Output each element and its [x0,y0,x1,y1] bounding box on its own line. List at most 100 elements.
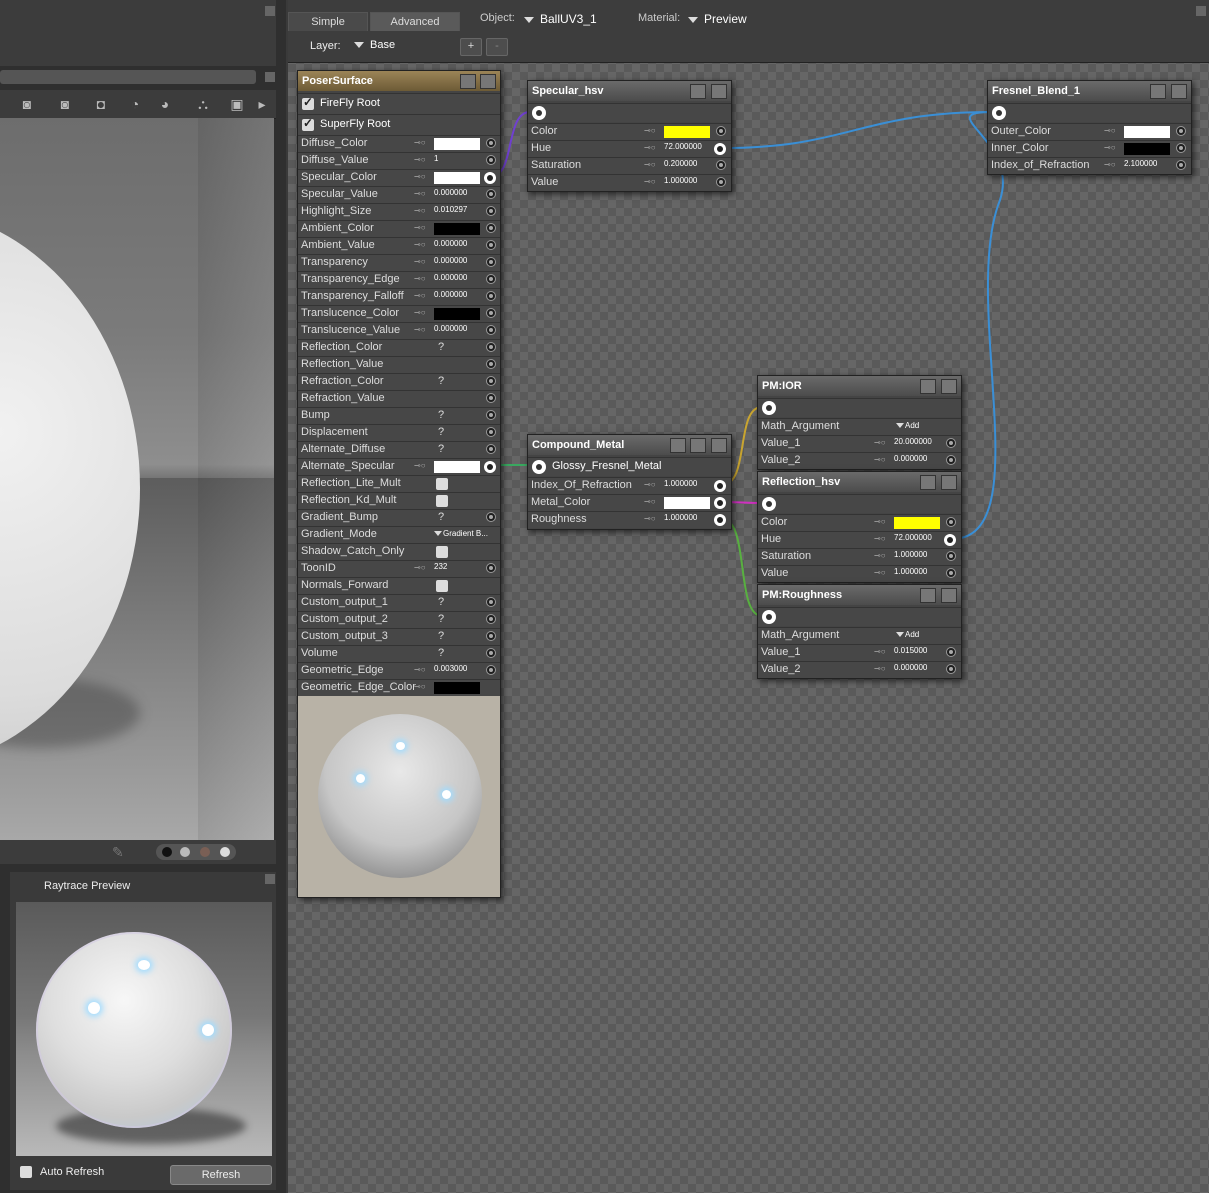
param-saturation[interactable]: Saturation ⊸○ 1.000000 [758,548,961,565]
input-port-icon[interactable] [946,551,956,561]
poser-param-ambient-color[interactable]: Ambient_Color ⊸○ [298,220,500,237]
node-pm-ior[interactable]: PM:IOR Math_Argument Add Value_1 ⊸○ 20.0000… [757,375,962,470]
param-value[interactable]: 0.000000 [434,256,467,265]
display-dot-icon[interactable] [180,847,190,857]
param-value[interactable]: 1.000000 [664,479,697,488]
poser-param-reflection-value[interactable]: Reflection_Value [298,356,500,373]
param-value-2[interactable]: Value_2 ⊸○ 0.000000 [758,661,961,678]
color-swatch[interactable] [434,308,480,320]
param-value[interactable]: Value ⊸○ 1.000000 [528,174,731,191]
color-swatch[interactable] [1124,126,1170,138]
input-port-icon[interactable] [486,291,496,301]
input-port-icon[interactable] [946,647,956,657]
input-port-icon[interactable] [946,664,956,674]
param-value[interactable]: 0.200000 [664,159,697,168]
input-port-icon[interactable] [946,455,956,465]
input-port-icon[interactable] [1176,143,1186,153]
pencil-icon[interactable]: ✎ [112,844,124,861]
input-port-icon[interactable] [1176,160,1186,170]
poser-param-specular-value[interactable]: Specular_Value ⊸○ 0.000000 [298,186,500,203]
output-port-icon[interactable] [992,106,1006,120]
material-dropdown[interactable]: Preview [688,12,747,26]
tab-advanced[interactable]: Advanced [370,12,460,31]
poser-param-geometric-edge-color[interactable]: Geometric_Edge_Color ⊸○ [298,679,500,696]
param-checkbox[interactable] [436,546,448,558]
color-swatch[interactable] [894,517,940,529]
color-swatch[interactable] [664,497,710,509]
param-value[interactable]: 0.000000 [434,188,467,197]
input-port-icon[interactable] [486,138,496,148]
poser-param-diffuse-color[interactable]: Diffuse_Color ⊸○ [298,135,500,152]
poser-param-refraction-value[interactable]: Refraction_Value [298,390,500,407]
param-value-2[interactable]: Value_2 ⊸○ 0.000000 [758,452,961,469]
input-port-icon[interactable] [486,359,496,369]
param-value[interactable]: 0.003000 [434,664,467,673]
input-port-icon[interactable] [486,597,496,607]
layer-dropdown[interactable]: Base [354,39,395,51]
poser-param-reflection-color[interactable]: Reflection_Color? [298,339,500,356]
tab-simple[interactable]: Simple [288,12,368,31]
poser-param-alternate-specular[interactable]: Alternate_Specular ⊸○ [298,458,500,475]
connected-port-icon[interactable] [944,534,956,546]
param-checkbox[interactable] [436,478,448,490]
poser-param-translucence-color[interactable]: Translucence_Color ⊸○ [298,305,500,322]
node-options-icon[interactable] [690,84,706,99]
node-output-row[interactable] [988,103,1191,122]
orbit-icon[interactable]: ◔ [124,94,146,114]
param-hue[interactable]: Hue ⊸○ 72.000000 [528,140,731,157]
gradient-mode-dropdown[interactable]: Gradient B... [434,529,488,538]
poser-param-specular-color[interactable]: Specular_Color ⊸○ [298,169,500,186]
input-port-icon[interactable] [486,240,496,250]
param-value[interactable]: 0.000000 [894,454,927,463]
refresh-button[interactable]: Refresh [170,1165,272,1185]
node-options-icon[interactable] [690,438,706,453]
connected-port-icon[interactable] [484,172,496,184]
node-specular-hsv[interactable]: Specular_hsv Color ⊸○ Hue ⊸○ 72.000000 Satu… [527,80,732,192]
poser-param-shadow-catch-only[interactable]: Shadow_Catch_Only [298,543,500,560]
poser-param-bump[interactable]: Bump? [298,407,500,424]
node-preview-icon[interactable] [941,588,957,603]
output-port-icon[interactable] [532,106,546,120]
color-swatch[interactable] [434,461,480,473]
input-port-icon[interactable] [486,410,496,420]
param-checkbox[interactable] [436,495,448,507]
input-port-icon[interactable] [486,189,496,199]
param-math-argument[interactable]: Math_Argument Add [758,627,961,644]
firefly-root-row[interactable]: FireFly Root [298,93,500,114]
poser-param-custom-output-2[interactable]: Custom_output_2? [298,611,500,628]
poser-param-ambient-value[interactable]: Ambient_Value ⊸○ 0.000000 [298,237,500,254]
input-port-icon[interactable] [486,274,496,284]
param-value[interactable]: 2.100000 [1124,159,1157,168]
display-dot-icon[interactable] [220,847,230,857]
input-port-icon[interactable] [486,308,496,318]
node-options-icon[interactable] [920,379,936,394]
param-value-1[interactable]: Value_1 ⊸○ 0.015000 [758,644,961,661]
input-port-icon[interactable] [486,648,496,658]
poser-param-highlight-size[interactable]: Highlight_Size ⊸○ 0.010297 [298,203,500,220]
viewport-scrollbar[interactable] [0,70,256,84]
param-value[interactable]: 0.000000 [894,663,927,672]
node-output-row[interactable] [528,103,731,122]
param-outer-color[interactable]: Outer_Color ⊸○ [988,123,1191,140]
input-port-icon[interactable] [486,512,496,522]
connected-port-icon[interactable] [714,514,726,526]
viewport-menu-arrow[interactable] [265,6,275,16]
superfly-checkbox[interactable] [302,116,314,131]
trackball-icon[interactable]: ◕ [154,94,176,114]
export-icon[interactable] [670,438,686,453]
input-port-icon[interactable] [486,427,496,437]
param-value[interactable]: 72.000000 [894,533,932,542]
poser-param-geometric-edge[interactable]: Geometric_Edge ⊸○ 0.003000 [298,662,500,679]
node-output-row[interactable]: Glossy_Fresnel_Metal [528,457,731,476]
connected-port-icon[interactable] [714,480,726,492]
node-options-icon[interactable] [920,588,936,603]
input-port-icon[interactable] [946,438,956,448]
node-output-row[interactable] [758,398,961,417]
input-port-icon[interactable] [486,155,496,165]
superfly-root-row[interactable]: SuperFly Root [298,114,500,135]
node-preview-icon[interactable] [711,84,727,99]
poser-param-transparency-falloff[interactable]: Transparency_Falloff ⊸○ 0.000000 [298,288,500,305]
input-port-icon[interactable] [486,206,496,216]
connected-port-icon[interactable] [484,461,496,473]
math-argument-dropdown[interactable]: Add [896,630,919,639]
